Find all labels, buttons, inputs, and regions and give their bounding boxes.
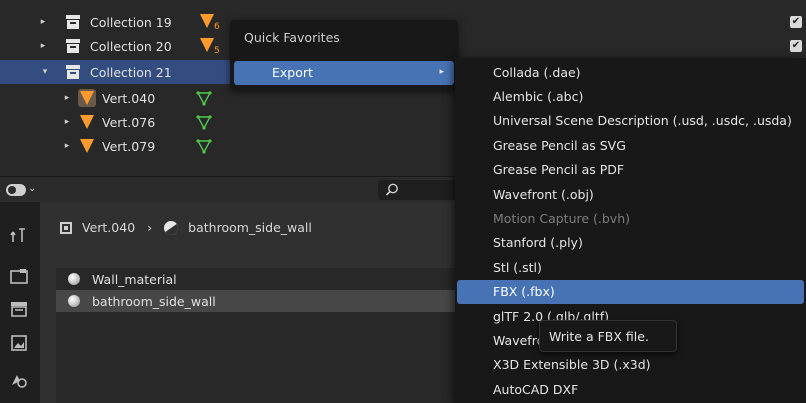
collection-icon bbox=[66, 15, 80, 29]
menu-item-wavefront[interactable]: Wavefront (.obj) bbox=[457, 182, 804, 206]
collection-icon bbox=[66, 39, 80, 53]
material-slot-label: Wall_material bbox=[92, 271, 177, 287]
material-sphere-icon bbox=[68, 273, 80, 285]
collection-label: Collection 19 bbox=[90, 14, 172, 30]
chevron-down-icon: ⌄ bbox=[28, 183, 37, 194]
breadcrumb-object: Vert.040 bbox=[82, 220, 136, 235]
tool-icon[interactable] bbox=[8, 224, 30, 246]
material-slot-list: Wall_material bathroom_side_wall bbox=[56, 268, 476, 403]
menu-title: Quick Favorites bbox=[244, 30, 340, 45]
breadcrumb-material: bathroom_side_wall bbox=[188, 220, 312, 235]
menu-item-stanford[interactable]: Stanford (.ply) bbox=[457, 231, 804, 255]
menu-item-grease-pencil-svg[interactable]: Grease Pencil as SVG bbox=[457, 133, 804, 157]
collection-icon bbox=[66, 65, 80, 79]
menu-item-grease-pencil-pdf[interactable]: Grease Pencil as PDF bbox=[457, 158, 804, 182]
breadcrumb-separator: › bbox=[147, 220, 153, 235]
expand-arrow-icon[interactable]: ▸ bbox=[38, 17, 48, 27]
menu-item-alembic[interactable]: Alembic (.abc) bbox=[457, 84, 804, 108]
object-data-icon bbox=[60, 221, 72, 234]
menu-item-collada[interactable]: Collada (.dae) bbox=[457, 60, 804, 84]
scene-icon[interactable] bbox=[8, 368, 30, 390]
material-slot-label: bathroom_side_wall bbox=[92, 293, 216, 309]
material-sphere-icon bbox=[68, 295, 80, 307]
quick-favorites-menu: Quick Favorites Export ▸ bbox=[230, 20, 458, 90]
tooltip: Write a FBX file. bbox=[539, 320, 677, 352]
menu-item-stl[interactable]: Stl (.stl) bbox=[457, 255, 804, 279]
material-slot-active[interactable]: bathroom_side_wall bbox=[56, 290, 476, 312]
vertex-group-icon[interactable] bbox=[196, 90, 212, 106]
search-input[interactable] bbox=[378, 180, 458, 200]
collection-label: Collection 20 bbox=[90, 38, 172, 54]
menu-item-fbx[interactable]: FBX (.fbx) bbox=[457, 279, 804, 304]
menu-item-label: Export bbox=[272, 65, 313, 80]
breadcrumb: Vert.040 › bathroom_side_wall bbox=[60, 220, 312, 235]
material-slot[interactable]: Wall_material bbox=[56, 268, 476, 290]
menu-item-autocad-dxf[interactable]: AutoCAD DXF bbox=[457, 377, 804, 401]
expand-arrow-icon[interactable]: ▸ bbox=[62, 141, 72, 151]
checkbox-icon[interactable]: ✔ bbox=[790, 16, 802, 28]
collection-label: Collection 21 bbox=[90, 64, 172, 80]
collapse-arrow-icon[interactable]: ▾ bbox=[40, 67, 50, 77]
menu-item-motion-capture: Motion Capture (.bvh) bbox=[493, 211, 631, 227]
tooltip-text: Write a FBX file. bbox=[549, 329, 649, 344]
object-label: Vert.079 bbox=[102, 138, 156, 154]
menu-item-usd[interactable]: Universal Scene Description (.usd, .usdc… bbox=[457, 109, 804, 133]
properties-tab-bar bbox=[0, 202, 40, 403]
mesh-icon bbox=[200, 38, 214, 52]
vertex-group-icon[interactable] bbox=[196, 138, 212, 154]
expand-arrow-icon[interactable]: ▸ bbox=[62, 117, 72, 127]
menu-item-x3d[interactable]: X3D Extensible 3D (.x3d) bbox=[457, 353, 804, 377]
mesh-icon bbox=[80, 139, 94, 153]
mesh-icon bbox=[78, 89, 96, 107]
expand-arrow-icon[interactable]: ▸ bbox=[38, 41, 48, 51]
object-label: Vert.076 bbox=[102, 114, 156, 130]
mesh-count-badge: 6 bbox=[214, 22, 220, 32]
search-icon bbox=[385, 183, 398, 196]
submenu-arrow-icon: ▸ bbox=[439, 67, 444, 77]
view-layer-icon[interactable] bbox=[8, 332, 30, 354]
export-menu-item[interactable]: Export ▸ bbox=[234, 61, 454, 85]
mesh-count-badge: 5 bbox=[214, 46, 220, 56]
vertex-group-icon[interactable] bbox=[196, 114, 212, 130]
checkbox-icon[interactable]: ✔ bbox=[790, 40, 802, 52]
editor-type-selector[interactable]: ⌄ bbox=[6, 182, 36, 198]
expand-arrow-icon[interactable]: ▸ bbox=[62, 93, 72, 103]
object-label: Vert.040 bbox=[102, 90, 156, 106]
mesh-icon bbox=[80, 115, 94, 129]
mesh-icon bbox=[200, 14, 214, 28]
output-icon[interactable] bbox=[8, 298, 30, 320]
material-sphere-icon bbox=[164, 220, 179, 235]
render-icon[interactable] bbox=[8, 266, 30, 288]
